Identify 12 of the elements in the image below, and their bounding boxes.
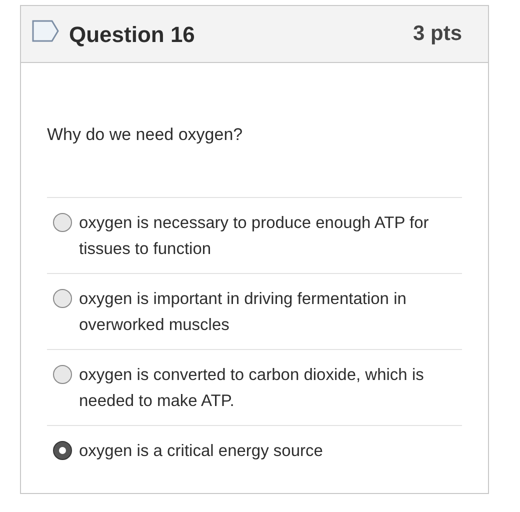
answer-option-text: oxygen is necessary to produce enough ATP for tissues to function <box>79 212 430 260</box>
radio-button[interactable] <box>53 364 72 384</box>
answer-option-text: oxygen is converted to carbon dioxide, which is needed to make ATP. <box>79 364 425 412</box>
bookmark-icon[interactable] <box>32 20 59 42</box>
answer-option-text: oxygen is a critical energy source <box>79 440 324 462</box>
points-label: 3 pts <box>412 21 462 48</box>
radio-button[interactable] <box>53 440 72 460</box>
answer-option-text: oxygen is important in driving fermentation in overworked muscles <box>79 288 408 336</box>
radio-button[interactable] <box>53 288 72 308</box>
question-text: Why do we need oxygen? <box>47 124 244 146</box>
radio-button[interactable] <box>53 212 72 232</box>
question-title: Question 16 <box>69 20 195 48</box>
